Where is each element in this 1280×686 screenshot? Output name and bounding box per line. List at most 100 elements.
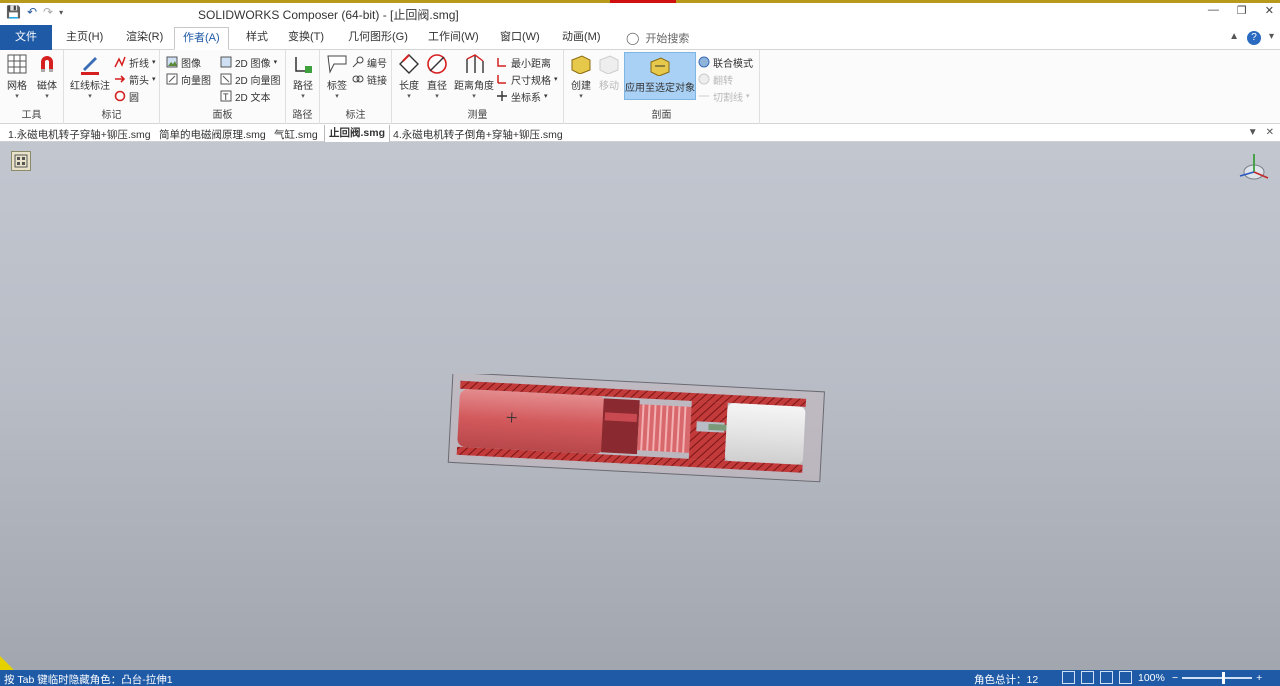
redline-button[interactable]: 红线标注 ▾ xyxy=(70,53,110,101)
ribbon-tabs: 文件 主页(H) 渲染(R) 作者(A) 样式 变换(T) 几何图形(G) 工作… xyxy=(0,25,1280,50)
diameter-button[interactable]: 直径 ▾ xyxy=(426,53,448,101)
ribbon-right-controls: ▲ ? ▾ xyxy=(1229,31,1274,45)
arrow-button[interactable]: 箭头 ▾ xyxy=(114,71,156,87)
group-label-section: 剖面 xyxy=(651,110,672,121)
tab-geometry[interactable]: 几何图形(G) xyxy=(340,27,416,50)
svg-text:T: T xyxy=(223,92,229,102)
tab-file[interactable]: 文件 xyxy=(0,25,52,50)
group-section: 创建 ▾ 移动 应用至选定对象 联合模式 翻转 切割线 ▾ 剖面 xyxy=(564,50,760,124)
coordinate-button[interactable]: 坐标系 ▾ xyxy=(496,88,548,104)
apply-to-selected-button[interactable]: 应用至选定对象 xyxy=(624,52,696,100)
tab-author[interactable]: 作者(A) xyxy=(174,27,229,50)
tab-window[interactable]: 窗口(W) xyxy=(492,27,548,50)
restore-button[interactable]: ❐ xyxy=(1237,4,1247,17)
save-icon[interactable]: 💾 xyxy=(6,5,21,19)
image-icon xyxy=(166,56,178,68)
status-bar: 按 Tab 键临时隐藏角色：凸台-拉伸1 角色总计：12 100% − + xyxy=(0,670,1280,686)
title-bar: 💾 ↶ ↷ ▾ SOLIDWORKS Composer (64-bit) - [… xyxy=(0,0,1280,25)
redo-icon[interactable]: ↷ xyxy=(43,5,53,19)
window-title: SOLIDWORKS Composer (64-bit) - [止回阀.smg] xyxy=(198,8,459,22)
group-label-annotate: 标注 xyxy=(345,110,366,121)
check-valve-model[interactable] xyxy=(440,374,830,494)
min-distance-icon xyxy=(497,58,506,67)
link-icon xyxy=(352,75,364,83)
section-move-button[interactable]: 移动 xyxy=(598,53,620,92)
circle-button[interactable]: 圆 xyxy=(114,88,139,104)
circle-icon xyxy=(114,90,126,102)
zoom-thumb[interactable] xyxy=(1222,672,1226,684)
group-label-path: 路径 xyxy=(292,110,313,121)
path-button[interactable]: 路径 ▾ xyxy=(292,53,314,101)
undo-icon[interactable]: ↶ xyxy=(27,5,37,19)
zoom-track[interactable] xyxy=(1182,672,1253,684)
distance-angle-button[interactable]: 距离角度 ▾ xyxy=(454,53,494,101)
collapse-ribbon-icon[interactable]: ▲ xyxy=(1229,31,1239,45)
doc-tab-solenoid-valve[interactable]: 简单的电磁阀原理.smg xyxy=(159,127,266,142)
group-label-panel: 面板 xyxy=(212,110,233,121)
tab-transform[interactable]: 变换(T) xyxy=(280,27,332,50)
qat-dropdown-icon[interactable]: ▾ xyxy=(59,8,63,17)
vector-2d-button[interactable]: 2D 向量图 xyxy=(220,71,281,87)
ribbon-panel: 网格 ▾ 磁体 ▾ 工具 红线标注 ▾ 折线 ▾ 箭头 ▾ 圆 标记 图像 向量… xyxy=(0,50,1280,124)
zoom-level: 100% xyxy=(1138,672,1165,684)
section-create-button[interactable]: 创建 ▾ xyxy=(570,53,592,101)
search-placeholder: 开始搜索 xyxy=(645,32,690,45)
min-distance-button[interactable]: 最小距离 xyxy=(496,54,551,70)
doc-tab-cylinder[interactable]: 气缸.smg xyxy=(274,127,318,142)
select-mode-icon[interactable] xyxy=(1062,671,1075,684)
length-icon xyxy=(398,53,420,75)
minimize-button[interactable]: — xyxy=(1208,4,1219,17)
help-icon[interactable]: ? xyxy=(1246,31,1261,45)
tab-home[interactable]: 主页(H) xyxy=(58,27,111,50)
link-button[interactable]: 链接 xyxy=(352,71,387,87)
doc-tab-rotor-chamfer[interactable]: 4.永磁电机转子倒角+穿轴+铆压.smg xyxy=(393,127,563,142)
paint-mode-icon[interactable] xyxy=(1081,671,1094,684)
distance-angle-icon xyxy=(463,53,485,75)
image-button[interactable]: 图像 xyxy=(166,54,201,70)
tab-style[interactable]: 样式 xyxy=(238,27,276,50)
doctab-list-icon[interactable]: ▼ xyxy=(1248,127,1258,138)
coordinate-icon xyxy=(497,91,507,101)
orientation-triad-icon[interactable] xyxy=(1236,150,1272,186)
image-2d-button[interactable]: 2D 图像 ▾ xyxy=(220,54,277,70)
tab-animation[interactable]: 动画(M) xyxy=(554,27,609,50)
dimension-button[interactable]: 尺寸规格 ▾ xyxy=(496,71,558,87)
zoom-out-icon[interactable]: − xyxy=(1172,672,1178,684)
tab-render[interactable]: 渲染(R) xyxy=(118,27,171,50)
cut-line-button[interactable]: 切割线 ▾ xyxy=(698,88,750,104)
title-accent-line xyxy=(610,0,676,3)
doc-tab-check-valve[interactable]: 止回阀.smg xyxy=(324,125,391,142)
quick-access-toolbar: 💾 ↶ ↷ ▾ xyxy=(6,5,63,19)
zoom-slider[interactable]: − + xyxy=(1172,672,1262,684)
group-panel: 图像 向量图 2D 图像 ▾ 2D 向量图 T 2D 文本 面板 xyxy=(160,50,286,124)
magnet-button[interactable]: 磁体 ▾ xyxy=(36,53,58,101)
3d-viewport[interactable] xyxy=(0,142,1280,670)
status-tools xyxy=(1062,671,1132,684)
tab-workshops[interactable]: 工作间(W) xyxy=(420,27,487,50)
film-strip-icon[interactable] xyxy=(11,151,31,171)
group-measure: 长度 ▾ 直径 ▾ 距离角度 ▾ 最小距离 尺寸规格 ▾ 坐标系 ▾ 测量 xyxy=(392,50,564,124)
doctab-close-icon[interactable]: ✕ xyxy=(1266,127,1274,138)
redline-pen-icon xyxy=(79,53,101,75)
group-label-markup: 标记 xyxy=(101,110,122,121)
vector-image-button[interactable]: 向量图 xyxy=(166,71,211,87)
tag-button[interactable]: 标签 ▾ xyxy=(326,53,348,101)
number-button[interactable]: 编号 xyxy=(352,54,387,70)
group-markup: 红线标注 ▾ 折线 ▾ 箭头 ▾ 圆 标记 xyxy=(64,50,160,124)
length-button[interactable]: 长度 ▾ xyxy=(398,53,420,101)
close-button[interactable]: ✕ xyxy=(1265,4,1274,17)
grid-button[interactable]: 网格 ▾ xyxy=(6,53,28,101)
fit-view-icon[interactable] xyxy=(1119,671,1132,684)
help-dropdown-icon[interactable]: ▾ xyxy=(1269,31,1274,45)
text-2d-button[interactable]: T 2D 文本 xyxy=(220,88,271,104)
section-create-icon xyxy=(570,53,592,75)
doc-tab-rotor-press[interactable]: 1.永磁电机转子穿轴+铆压.smg xyxy=(8,127,151,142)
visibility-icon[interactable] xyxy=(1100,671,1113,684)
union-mode-button[interactable]: 联合模式 xyxy=(698,54,753,70)
status-message: 按 Tab 键临时隐藏角色：凸台-拉伸1 xyxy=(4,674,173,686)
search-box[interactable]: ◯ 开始搜索 xyxy=(626,28,832,47)
flip-button[interactable]: 翻转 xyxy=(698,71,733,87)
dimension-icon xyxy=(497,75,506,84)
zoom-in-icon[interactable]: + xyxy=(1256,672,1262,684)
polyline-button[interactable]: 折线 ▾ xyxy=(114,54,156,70)
